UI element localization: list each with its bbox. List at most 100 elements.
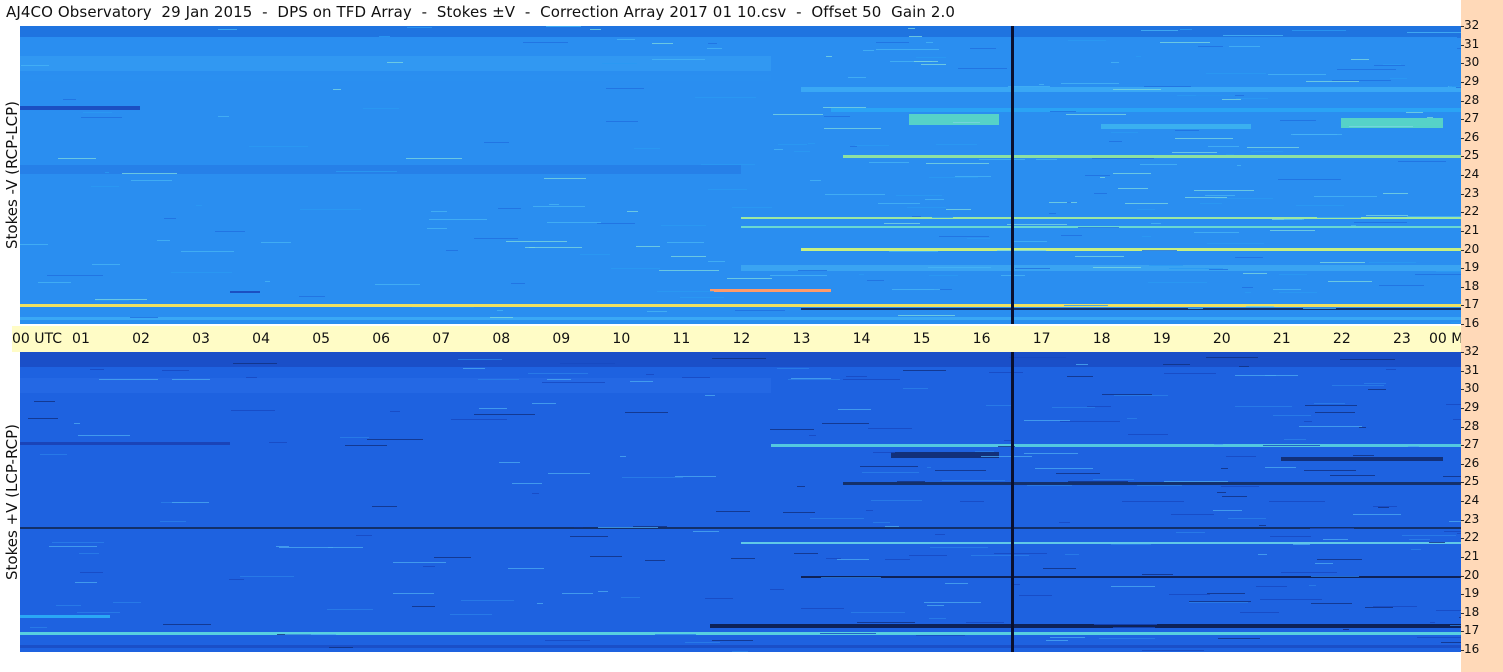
top-noise-streak [1277, 178, 1341, 180]
bottom-noise-streak [1111, 543, 1151, 545]
top-noise-streak [924, 199, 944, 201]
top-noise-streak [1278, 291, 1318, 293]
bottom-noise-streak [228, 578, 244, 580]
time-tick-label: 01 [72, 331, 90, 347]
bottom-noise-streak [1408, 538, 1431, 540]
top-noise-streak [83, 111, 112, 113]
bottom-noise-streak [808, 435, 816, 437]
bottom-noise-streak [569, 536, 609, 538]
top-noise-streak [929, 176, 978, 178]
bottom-noise-streak [630, 381, 654, 383]
bottom-band-9 [800, 575, 1461, 579]
bottom-freq-tick-label: 32 [1464, 344, 1480, 358]
top-noise-streak [1327, 281, 1372, 283]
top-noise-streak [1197, 46, 1224, 48]
top-noise-streak [217, 116, 229, 118]
bottom-noise-streak [1385, 369, 1397, 371]
bottom-noise-streak [1304, 470, 1356, 472]
bottom-noise-streak [1050, 637, 1085, 639]
top-noise-streak [670, 256, 706, 258]
bottom-band-12 [20, 631, 1461, 635]
top-noise-streak [1135, 56, 1142, 58]
top-noise-streak [658, 270, 720, 272]
top-noise-streak [498, 207, 522, 209]
bottom-noise-streak [1226, 455, 1256, 457]
bottom-noise-streak [1055, 473, 1100, 475]
bottom-band-8 [740, 542, 1461, 545]
top-noise-streak [1214, 198, 1274, 200]
bottom-noise-streak [930, 547, 989, 549]
top-noise-streak [824, 116, 851, 118]
bottom-noise-streak [1099, 638, 1155, 640]
bottom-noise-streak [821, 423, 870, 425]
top-noise-streak [863, 49, 874, 51]
top-noise-streak [1149, 265, 1184, 267]
bottom-noise-streak [867, 427, 913, 429]
bottom-noise-streak [1259, 525, 1267, 527]
bottom-noise-streak [1042, 568, 1076, 570]
top-noise-streak [1302, 307, 1336, 309]
top-noise-streak [635, 245, 660, 247]
bottom-noise-streak [862, 471, 920, 473]
top-noise-streak [1176, 94, 1235, 96]
bottom-noise-streak [927, 466, 932, 468]
top-noise-streak [855, 145, 890, 147]
top-noise-streak [1332, 80, 1391, 82]
top-noise-streak [529, 246, 583, 248]
top-noise-streak [926, 42, 933, 44]
time-tick-label: 13 [792, 331, 811, 347]
bottom-noise-streak [1137, 485, 1183, 487]
time-tick-label: 14 [852, 331, 871, 347]
top-noise-streak [908, 27, 915, 29]
bottom-noise-streak [770, 429, 814, 431]
top-noise-streak [1243, 272, 1267, 274]
top-noise-streak [1306, 81, 1360, 83]
bottom-noise-streak [1446, 404, 1461, 406]
top-noise-streak [1067, 201, 1072, 203]
bottom-noise-streak [1008, 356, 1066, 358]
bottom-noise-streak [885, 558, 911, 560]
top-noise-streak [848, 77, 867, 79]
top-noise-streak [1348, 126, 1413, 128]
top-noise-streak [770, 275, 827, 277]
time-tick-label: 21 [1272, 331, 1291, 347]
bottom-noise-streak [1322, 539, 1349, 541]
top-noise-streak [1296, 205, 1344, 207]
top-noise-streak [809, 179, 821, 181]
time-tick-label: 23 [1392, 331, 1411, 347]
bottom-noise-streak [981, 456, 1032, 458]
bottom-noise-streak [532, 402, 556, 404]
top-freq-tick-label: 29 [1464, 73, 1480, 88]
top-noise-streak [1205, 195, 1236, 197]
bottom-noise-streak [532, 492, 539, 494]
top-noise-streak [386, 62, 404, 64]
bottom-noise-streak [1188, 601, 1252, 603]
top-noise-streak [1354, 222, 1407, 224]
top-noise-streak [945, 208, 971, 210]
bottom-noise-streak [704, 598, 734, 600]
top-noise-streak [1063, 305, 1108, 307]
bottom-freq-tick-label: 20 [1464, 567, 1480, 582]
bottom-noise-streak [1221, 486, 1260, 488]
top-noise-streak [473, 237, 519, 239]
bottom-noise-streak [1264, 467, 1296, 469]
top-noise-streak [1172, 151, 1217, 153]
bottom-noise-streak [1094, 624, 1157, 626]
bottom-noise-streak [1443, 475, 1461, 477]
top-noise-streak [1065, 113, 1126, 115]
top-noise-streak [265, 280, 270, 282]
top-freq-tick-label: 25 [1464, 148, 1480, 163]
top-noise-streak [1268, 73, 1326, 75]
top-noise-streak [1111, 62, 1120, 64]
top-noise-streak [1143, 86, 1192, 88]
top-band-19 [20, 316, 1461, 321]
top-noise-streak [1228, 45, 1261, 47]
top-noise-streak [1278, 273, 1307, 275]
top-noise-streak [850, 146, 857, 148]
bottom-noise-streak [915, 634, 966, 636]
top-noise-streak [657, 291, 715, 293]
top-noise-streak [957, 68, 1008, 70]
bottom-noise-streak [965, 622, 1005, 624]
bottom-noise-streak [705, 395, 716, 397]
bottom-noise-streak [621, 476, 684, 478]
